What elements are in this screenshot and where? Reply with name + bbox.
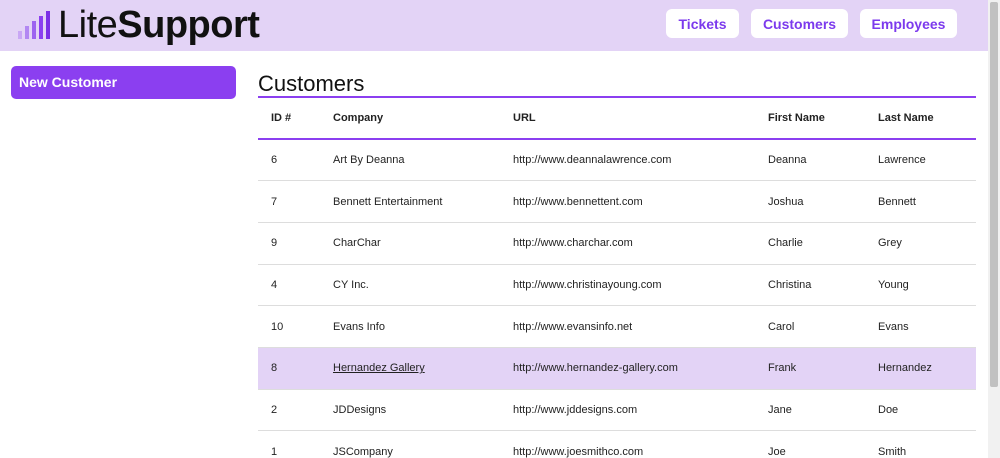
- brand-name: LiteSupport: [58, 4, 260, 46]
- table-row[interactable]: 1 JSCompany http://www.joesmithco.com Jo…: [258, 430, 976, 458]
- column-header-first-name[interactable]: First Name: [755, 98, 865, 140]
- signal-bars-icon: [18, 11, 50, 39]
- cell-last-name: Evans: [865, 305, 976, 348]
- cell-url: http://www.joesmithco.com: [500, 430, 755, 458]
- cell-last-name: Hernandez: [865, 347, 976, 390]
- cell-company: Bennett Entertainment: [320, 180, 500, 223]
- scrollbar-thumb[interactable]: [990, 2, 998, 387]
- cell-last-name: Smith: [865, 430, 976, 458]
- table-row[interactable]: 10 Evans Info http://www.evansinfo.net C…: [258, 305, 976, 348]
- cell-url: http://www.deannalawrence.com: [500, 139, 755, 182]
- cell-url: http://www.christinayoung.com: [500, 264, 755, 307]
- table-row[interactable]: 2 JDDesigns http://www.jddesigns.com Jan…: [258, 389, 976, 432]
- cell-last-name: Bennett: [865, 180, 976, 223]
- cell-url: http://www.bennettent.com: [500, 180, 755, 223]
- cell-first-name: Jane: [755, 389, 865, 432]
- brand-name-part2: Support: [117, 4, 260, 46]
- brand-name-part1: Lite: [58, 4, 118, 46]
- table-row-hovered[interactable]: 8 Hernandez Gallery http://www.hernandez…: [258, 347, 976, 390]
- company-link[interactable]: Hernandez Gallery: [333, 362, 425, 374]
- page-scrollbar[interactable]: [988, 0, 1000, 458]
- cell-id: 4: [258, 264, 320, 307]
- cell-last-name: Lawrence: [865, 139, 976, 182]
- nav-tickets-button[interactable]: Tickets: [666, 9, 739, 38]
- cell-first-name: Joe: [755, 430, 865, 458]
- cell-url: http://www.jddesigns.com: [500, 389, 755, 432]
- column-header-company[interactable]: Company: [320, 98, 500, 140]
- cell-url: http://www.evansinfo.net: [500, 305, 755, 348]
- column-header-last-name[interactable]: Last Name: [865, 98, 976, 140]
- top-header: LiteSupport Tickets Customers Employees: [0, 0, 988, 51]
- cell-company: CY Inc.: [320, 264, 500, 307]
- cell-last-name: Young: [865, 264, 976, 307]
- table-row[interactable]: 7 Bennett Entertainment http://www.benne…: [258, 180, 976, 223]
- cell-id: 1: [258, 430, 320, 458]
- cell-id: 2: [258, 389, 320, 432]
- cell-first-name: Christina: [755, 264, 865, 307]
- cell-id: 6: [258, 139, 320, 182]
- cell-id: 9: [258, 222, 320, 265]
- cell-company: Evans Info: [320, 305, 500, 348]
- cell-company: CharChar: [320, 222, 500, 265]
- cell-last-name: Grey: [865, 222, 976, 265]
- column-header-url[interactable]: URL: [500, 98, 755, 140]
- cell-company: Hernandez Gallery: [320, 347, 500, 390]
- top-nav: Tickets Customers Employees: [666, 9, 957, 38]
- cell-first-name: Carol: [755, 305, 865, 348]
- cell-first-name: Joshua: [755, 180, 865, 223]
- table-row[interactable]: 4 CY Inc. http://www.christinayoung.com …: [258, 264, 976, 307]
- table-row[interactable]: 6 Art By Deanna http://www.deannalawrenc…: [258, 139, 976, 182]
- brand-logo[interactable]: LiteSupport: [18, 4, 260, 46]
- cell-id: 8: [258, 347, 320, 390]
- column-header-id[interactable]: ID #: [258, 98, 320, 140]
- page-title: Customers: [258, 71, 365, 96]
- cell-id: 7: [258, 180, 320, 223]
- cell-id: 10: [258, 305, 320, 348]
- cell-first-name: Frank: [755, 347, 865, 390]
- cell-first-name: Charlie: [755, 222, 865, 265]
- cell-last-name: Doe: [865, 389, 976, 432]
- cell-company: Art By Deanna: [320, 139, 500, 182]
- cell-url: http://www.hernandez-gallery.com: [500, 347, 755, 390]
- nav-employees-button[interactable]: Employees: [860, 9, 957, 38]
- cell-company: JDDesigns: [320, 389, 500, 432]
- nav-customers-button[interactable]: Customers: [751, 9, 848, 38]
- customers-table: ID # Company URL First Name Last Name 6 …: [258, 98, 976, 458]
- cell-company: JSCompany: [320, 430, 500, 458]
- new-customer-button[interactable]: New Customer: [11, 66, 236, 99]
- cell-url: http://www.charchar.com: [500, 222, 755, 265]
- cell-first-name: Deanna: [755, 139, 865, 182]
- table-row[interactable]: 9 CharChar http://www.charchar.com Charl…: [258, 222, 976, 265]
- table-header-row: ID # Company URL First Name Last Name: [258, 98, 976, 140]
